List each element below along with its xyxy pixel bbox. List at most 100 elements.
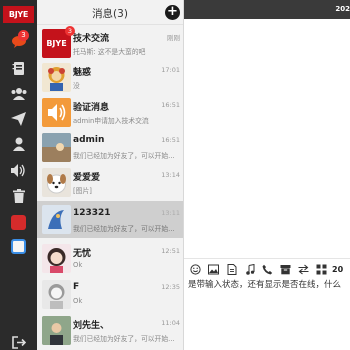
nav-delete[interactable] bbox=[0, 184, 37, 208]
conversation-name: 123321 bbox=[73, 208, 111, 218]
add-button[interactable]: + bbox=[165, 5, 180, 20]
conversation-preview: 我们已经加为好友了，可以开始... bbox=[73, 225, 175, 233]
avatar bbox=[42, 168, 71, 197]
conversation-name: admin bbox=[73, 135, 105, 145]
conversation-preview: [图片] bbox=[73, 187, 92, 195]
app-tile-blue[interactable] bbox=[11, 239, 26, 254]
chat-date: 202 bbox=[335, 5, 350, 13]
conversation-time: 17:01 bbox=[161, 66, 180, 74]
chat-toolbar: 20 bbox=[190, 262, 343, 276]
music-note-icon bbox=[245, 263, 254, 275]
speaker-icon bbox=[48, 104, 66, 121]
character-avatar-icon bbox=[48, 210, 64, 229]
conversation-item[interactable]: 无忧 12:51 Ok bbox=[37, 241, 183, 276]
conversation-time: 13:14 bbox=[161, 171, 180, 179]
grid-icon bbox=[316, 264, 327, 274]
nav-messages[interactable]: 3 bbox=[0, 30, 37, 54]
file-button[interactable] bbox=[226, 263, 237, 275]
messages-badge: 3 bbox=[18, 30, 29, 41]
conversation-time: 12:51 bbox=[161, 247, 180, 255]
list-title: 消息(3) bbox=[92, 8, 128, 20]
logout-icon bbox=[11, 335, 26, 349]
character-avatar-icon bbox=[48, 67, 65, 91]
conversation-name: 技术交流 bbox=[73, 34, 110, 44]
conversation-time: 11:04 bbox=[161, 319, 180, 327]
address-book-icon bbox=[12, 61, 24, 75]
conversation-preview: 我们已经加为好友了，可以开始... bbox=[73, 152, 175, 160]
conversation-time: 16:51 bbox=[161, 136, 180, 144]
conversation-time: 13:11 bbox=[161, 209, 180, 217]
conversation-list: 消息(3) + BJYE 3 技术交流 刚刚 托马斯: 这不是大蛮的吧 魅惑 1… bbox=[37, 0, 184, 350]
sketch-avatar-icon bbox=[48, 284, 65, 309]
transfer-icon bbox=[298, 264, 309, 274]
app-tile-red[interactable] bbox=[11, 215, 26, 230]
trash-icon bbox=[12, 189, 25, 203]
nav-groups[interactable] bbox=[0, 81, 37, 105]
history-button[interactable] bbox=[316, 264, 327, 275]
avatar bbox=[42, 63, 71, 92]
conversation-item[interactable]: F 12:35 Ok bbox=[37, 277, 183, 312]
group-icon bbox=[11, 87, 26, 100]
photo-avatar-icon bbox=[42, 316, 71, 345]
nav-contacts[interactable] bbox=[0, 56, 37, 80]
avatar bbox=[42, 133, 71, 162]
file-icon bbox=[227, 263, 236, 275]
dog-avatar-icon bbox=[47, 174, 66, 194]
conversation-item-active[interactable]: 123321 13:11 我们已经加为好友了，可以开始... bbox=[37, 201, 183, 238]
conversation-item[interactable]: admin 16:51 我们已经加为好友了，可以开始... bbox=[37, 130, 183, 165]
conversation-name: 爱爱爱 bbox=[73, 173, 101, 183]
avatar bbox=[42, 244, 71, 273]
nav-send[interactable] bbox=[0, 107, 37, 131]
speaker-icon bbox=[11, 163, 25, 177]
conversation-name: 魅惑 bbox=[73, 68, 92, 78]
image-button[interactable] bbox=[208, 264, 219, 275]
archive-button[interactable] bbox=[280, 264, 291, 275]
nav-profile[interactable] bbox=[0, 132, 37, 156]
input-status-text[interactable]: 是带输入状态，还有显示是否在线，什么 bbox=[188, 278, 341, 290]
conversation-time: 刚刚 bbox=[167, 34, 180, 42]
call-button[interactable] bbox=[262, 264, 273, 275]
paper-plane-icon bbox=[11, 112, 26, 126]
avatar bbox=[42, 98, 71, 127]
chat-app-window: BJYE 3 消息(3) + BJYE 3 技术交流 刚刚 托马斯: 这不是大蛮… bbox=[0, 0, 350, 350]
conversation-name: 刘先生、 bbox=[73, 321, 110, 331]
conversation-preview: 没 bbox=[73, 82, 80, 90]
smiley-icon bbox=[190, 263, 201, 275]
audio-button[interactable] bbox=[244, 263, 255, 275]
nav-logout[interactable] bbox=[0, 330, 37, 350]
conversation-item[interactable]: 爱爱爱 13:14 [图片] bbox=[37, 165, 183, 200]
conversation-item[interactable]: 验证消息 16:51 admin申请加入技术交流 bbox=[37, 95, 183, 130]
conversation-preview: admin申请加入技术交流 bbox=[73, 117, 149, 125]
conversation-preview: Ok bbox=[73, 297, 83, 305]
toolbar-overflow-text: 20 bbox=[332, 264, 344, 274]
archive-icon bbox=[280, 264, 291, 274]
photo-avatar-icon bbox=[42, 133, 71, 162]
conversation-item[interactable]: 魅惑 17:01 没 bbox=[37, 60, 183, 95]
avatar bbox=[42, 205, 71, 234]
conversation-preview: 托马斯: 这不是大蛮的吧 bbox=[73, 48, 146, 56]
phone-icon bbox=[262, 264, 273, 274]
avatar bbox=[42, 316, 71, 345]
toolbar-divider bbox=[184, 258, 350, 259]
brand-logo: BJYE bbox=[3, 6, 34, 23]
conversation-time: 16:51 bbox=[161, 101, 180, 109]
nav-sound[interactable] bbox=[0, 158, 37, 182]
conversation-name: 验证消息 bbox=[73, 103, 110, 113]
chat-top-bar: 202 bbox=[184, 0, 350, 19]
transfer-button[interactable] bbox=[298, 264, 309, 275]
conversation-name: 无忧 bbox=[73, 249, 92, 259]
user-icon bbox=[12, 137, 25, 151]
chat-pane: 202 20 是带输入状态，还有显示是否在线，什么 bbox=[184, 0, 350, 350]
conversation-preview: 我们已经加为好友了，可以开始... bbox=[73, 335, 175, 343]
conversation-preview: Ok bbox=[73, 261, 83, 269]
conversation-name: F bbox=[73, 282, 80, 292]
conversation-item[interactable]: 刘先生、 11:04 我们已经加为好友了，可以开始... bbox=[37, 313, 183, 348]
left-sidebar: BJYE 3 bbox=[0, 0, 37, 350]
conversation-time: 12:35 bbox=[161, 283, 180, 291]
girl-avatar-icon bbox=[47, 248, 66, 273]
emoji-button[interactable] bbox=[190, 263, 201, 275]
image-icon bbox=[208, 264, 219, 274]
conversation-item[interactable]: BJYE 3 技术交流 刚刚 托马斯: 这不是大蛮的吧 bbox=[37, 26, 183, 61]
avatar bbox=[42, 280, 71, 309]
list-header: 消息(3) + bbox=[37, 0, 183, 25]
